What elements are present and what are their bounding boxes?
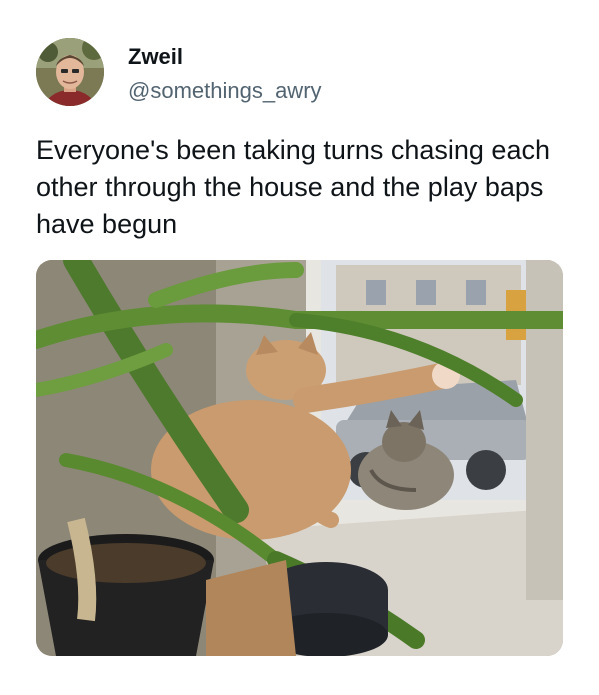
user-handle[interactable]: @somethings_awry (128, 78, 322, 104)
tweet-text: Everyone's been taking turns chasing eac… (36, 135, 550, 239)
tweet-photo[interactable] (36, 260, 563, 656)
display-name[interactable]: Zweil (128, 44, 183, 70)
tweet-card: Zweil @somethings_awry Everyone's been t… (0, 0, 599, 695)
photo-cats-playing-icon (36, 260, 563, 656)
avatar[interactable] (36, 38, 104, 106)
